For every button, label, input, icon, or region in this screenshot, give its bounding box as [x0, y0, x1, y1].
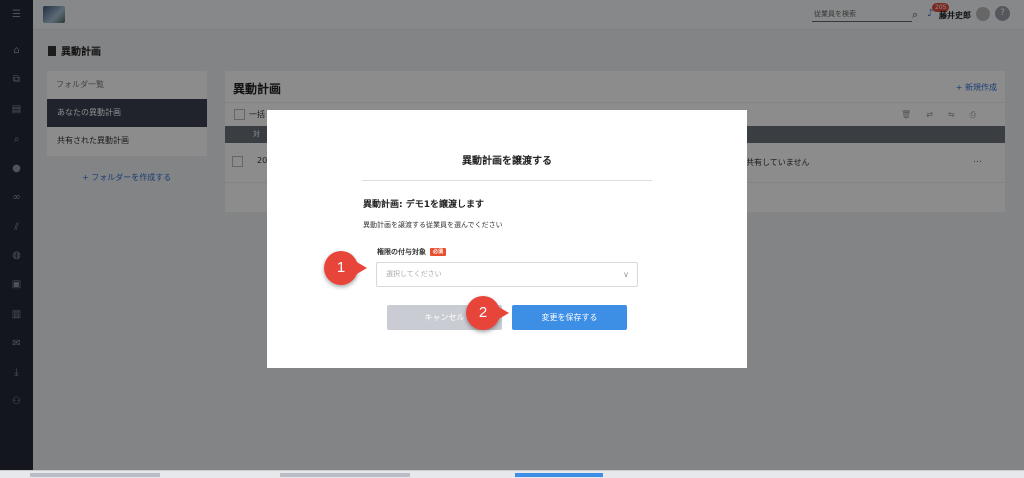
save-changes-button[interactable]: 変更を保存する	[512, 305, 627, 330]
dialog-heading: 異動計画: デモ1を譲渡します	[363, 200, 484, 210]
chevron-down-icon: ∨	[623, 270, 629, 279]
scroll-segment	[280, 473, 410, 477]
scroll-segment	[30, 473, 160, 477]
dialog-title: 異動計画を譲渡する	[462, 156, 552, 167]
bottom-scrollbar[interactable]	[0, 470, 1024, 478]
dialog-description: 異動計画を譲渡する従業員を選んでください	[363, 221, 503, 229]
callout-marker-2: 2	[466, 296, 509, 330]
divider	[362, 180, 652, 181]
required-badge: 必須	[430, 248, 447, 256]
scroll-thumb[interactable]	[515, 473, 603, 477]
transfer-plan-dialog: 異動計画を譲渡する 異動計画: デモ1を譲渡します 異動計画を譲渡する従業員を選…	[267, 110, 747, 368]
callout-marker-1: 1	[324, 251, 367, 285]
grantee-select[interactable]: 選択してください ∨	[376, 262, 638, 287]
select-placeholder: 選択してください	[386, 270, 442, 278]
grantee-field-label: 権限の付与対象 必須	[377, 247, 447, 257]
grantee-label-text: 権限の付与対象	[377, 248, 426, 256]
